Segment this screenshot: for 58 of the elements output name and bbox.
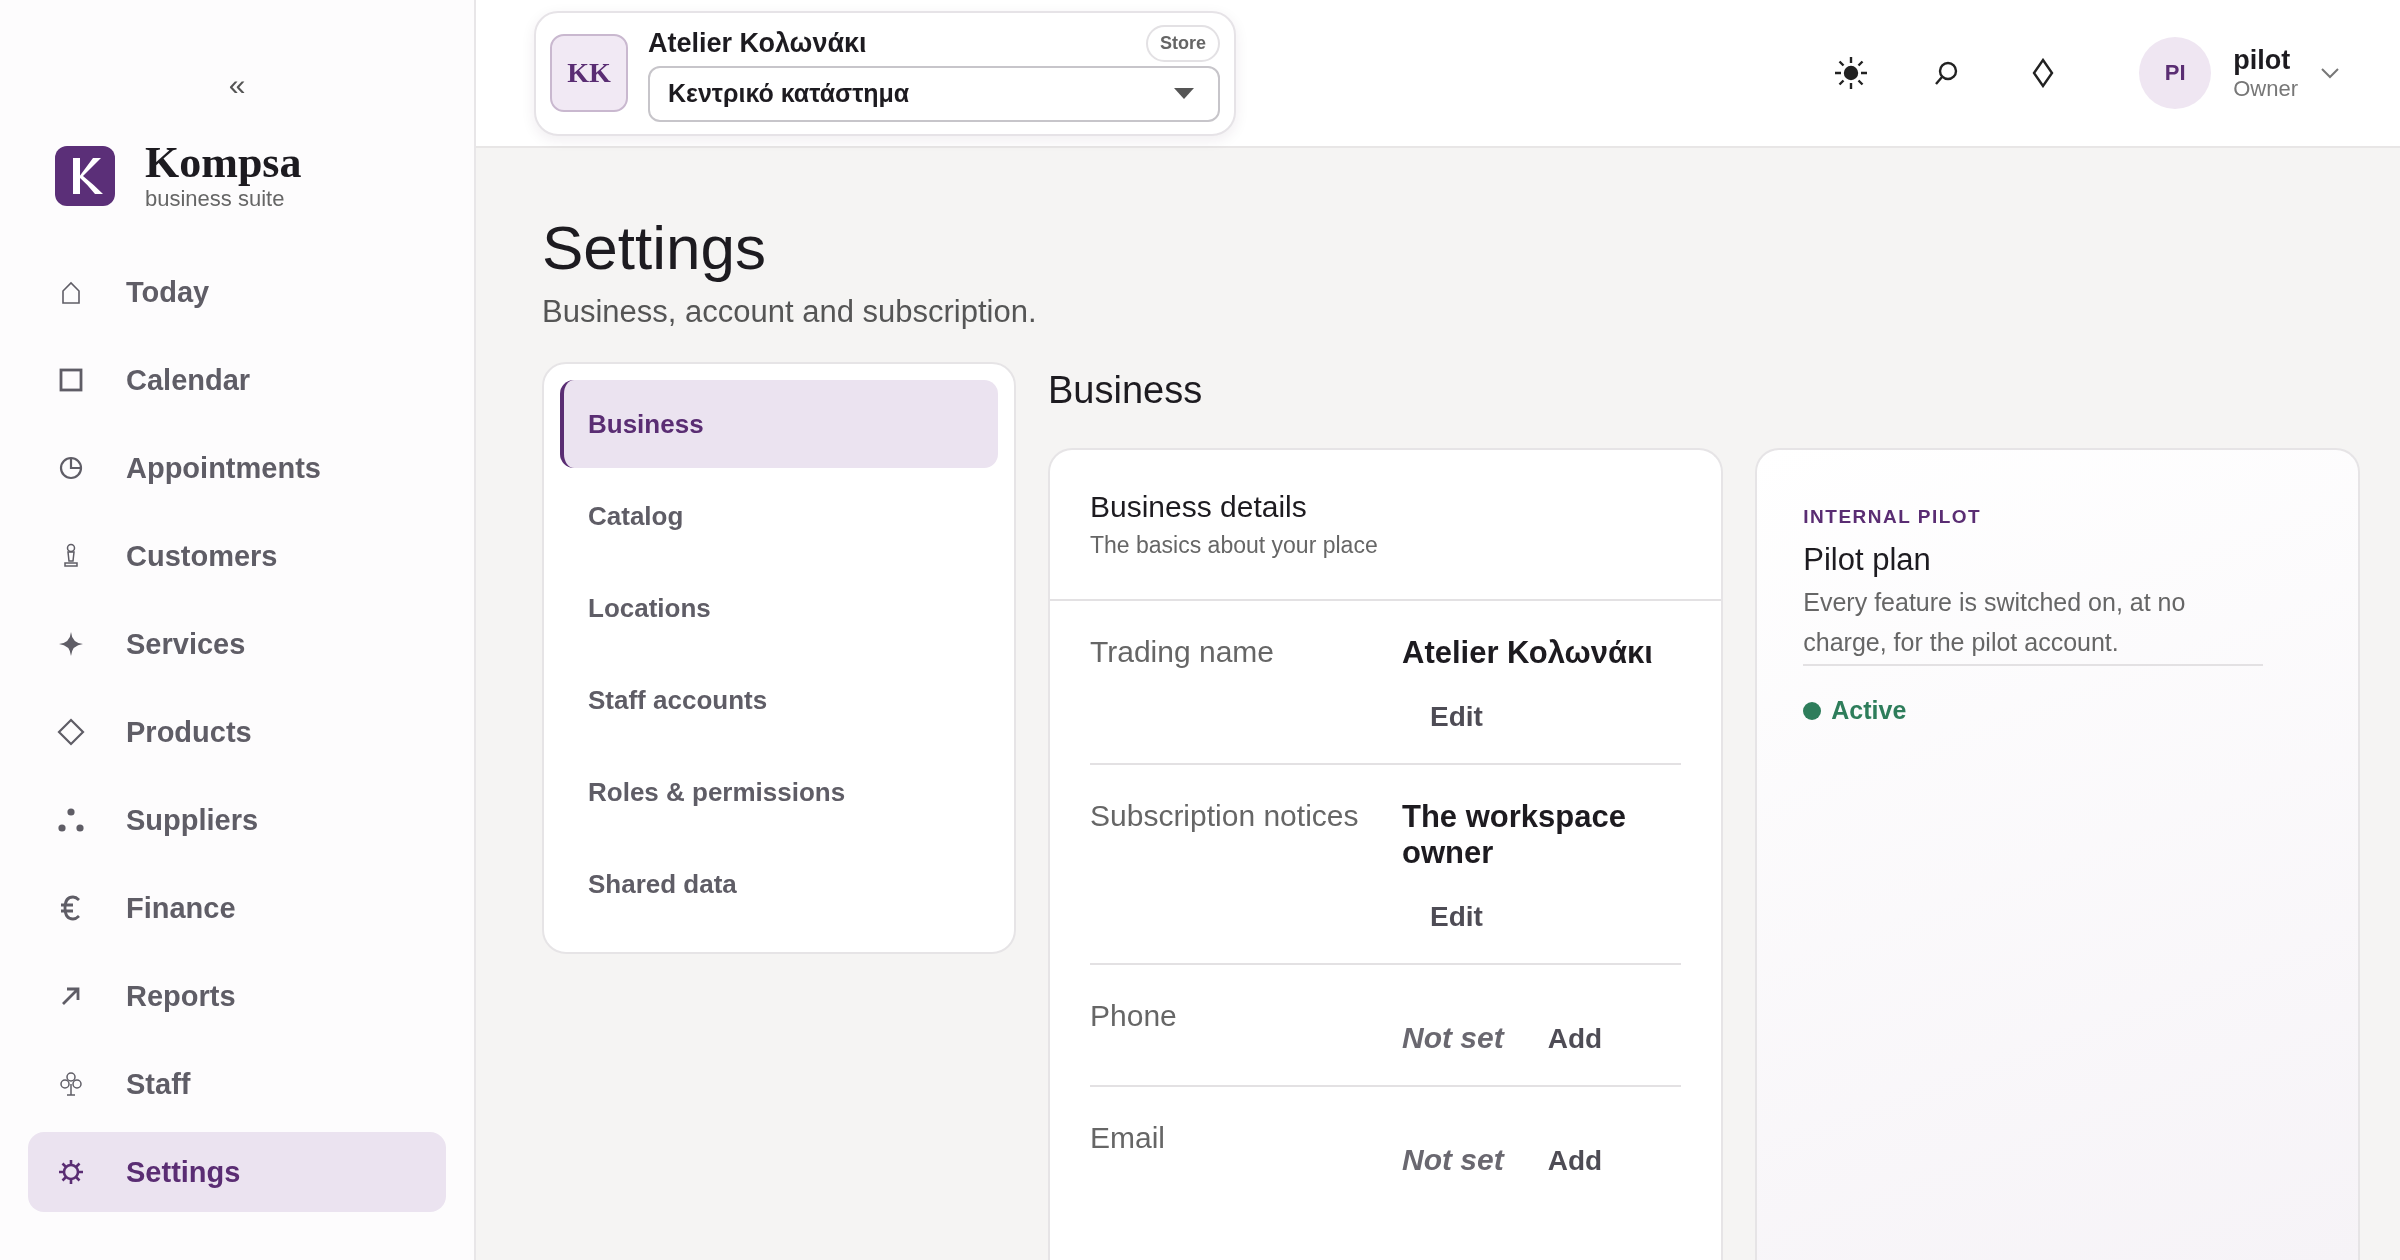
nav-item[interactable]: Staff [28,1044,446,1124]
edit-button[interactable]: Edit [1430,701,1483,733]
user-menu[interactable]: PI pilot Owner [2139,37,2340,109]
section-title: Business [1048,368,1204,413]
page-title: Settings [542,212,768,284]
nav-item[interactable]: Appointments [28,428,446,508]
field-label: Phone [1090,999,1178,1034]
settings-nav-item[interactable]: Shared data [560,840,998,928]
field-value: Atelier Κολωνάκι [1402,635,1653,671]
store-avatar: KK [550,34,628,112]
edit-button[interactable]: Edit [1430,901,1483,933]
settings-nav-item[interactable]: Catalog [560,472,998,560]
logo-icon [55,146,115,206]
nav-item[interactable]: Reports [28,956,446,1036]
settings-nav-item[interactable]: Business [560,380,998,468]
gear-icon [56,1157,86,1187]
nav-item[interactable]: Settings [28,1132,446,1212]
store-tag: Store [1146,24,1220,62]
settings-nav-item[interactable]: Staff accounts [560,656,998,744]
card-title: Business details [1090,490,1308,524]
nav-item[interactable]: Suppliers [28,780,446,860]
user-name: pilot [2233,44,2292,76]
nav-item[interactable]: Customers [28,516,446,596]
user-avatar: PI [2139,37,2212,109]
field-label: Subscription notices [1090,799,1360,834]
sun-icon [1833,55,1870,91]
location-dropdown[interactable]: Κεντρικό κατάστημα [648,65,1220,122]
plan-title: Pilot plan [1803,542,1931,578]
page-subtitle: Business, account and subscription. [542,294,1038,330]
plan-description: Every feature is switched on, at no charge, for the pilot account. [1803,582,2264,666]
settings-nav-item[interactable]: Locations [560,564,998,652]
status-label: Active [1831,696,1907,725]
caret-icon [1174,87,1194,100]
dots-icon [56,805,86,835]
status-dot [1803,701,1822,720]
nav-item[interactable]: Today [28,252,446,332]
user-role: Owner [2233,75,2298,102]
field-label: Email [1090,1121,1166,1156]
brand-name: Kompsa [145,140,302,186]
diamond-icon [56,717,86,747]
add-button[interactable]: Add [1547,1145,1603,1177]
field-label: Trading name [1090,635,1275,670]
diamond-icon [2032,58,2055,88]
field-value: The workspace owner [1402,799,1627,871]
card-subtitle: The basics about your place [1090,532,1379,559]
store-name: Atelier Κολωνάκι [648,27,867,59]
plan-eyebrow: INTERNAL PILOT [1803,506,1982,528]
field-value: Not set [1402,1143,1504,1177]
nav-item[interactable]: Calendar [28,340,446,420]
collapse-button[interactable]: « [222,68,252,102]
settings-nav-item[interactable]: Roles & permissions [560,748,998,836]
nav-item[interactable]: Finance [28,868,446,948]
field-value: Not set [1402,1021,1504,1055]
add-button[interactable]: Add [1547,1023,1603,1055]
nav-item[interactable]: Products [28,692,446,772]
nav-item[interactable]: Services [28,604,446,684]
brand-tagline: business suite [145,186,286,212]
chevron-down-icon [2320,67,2340,79]
